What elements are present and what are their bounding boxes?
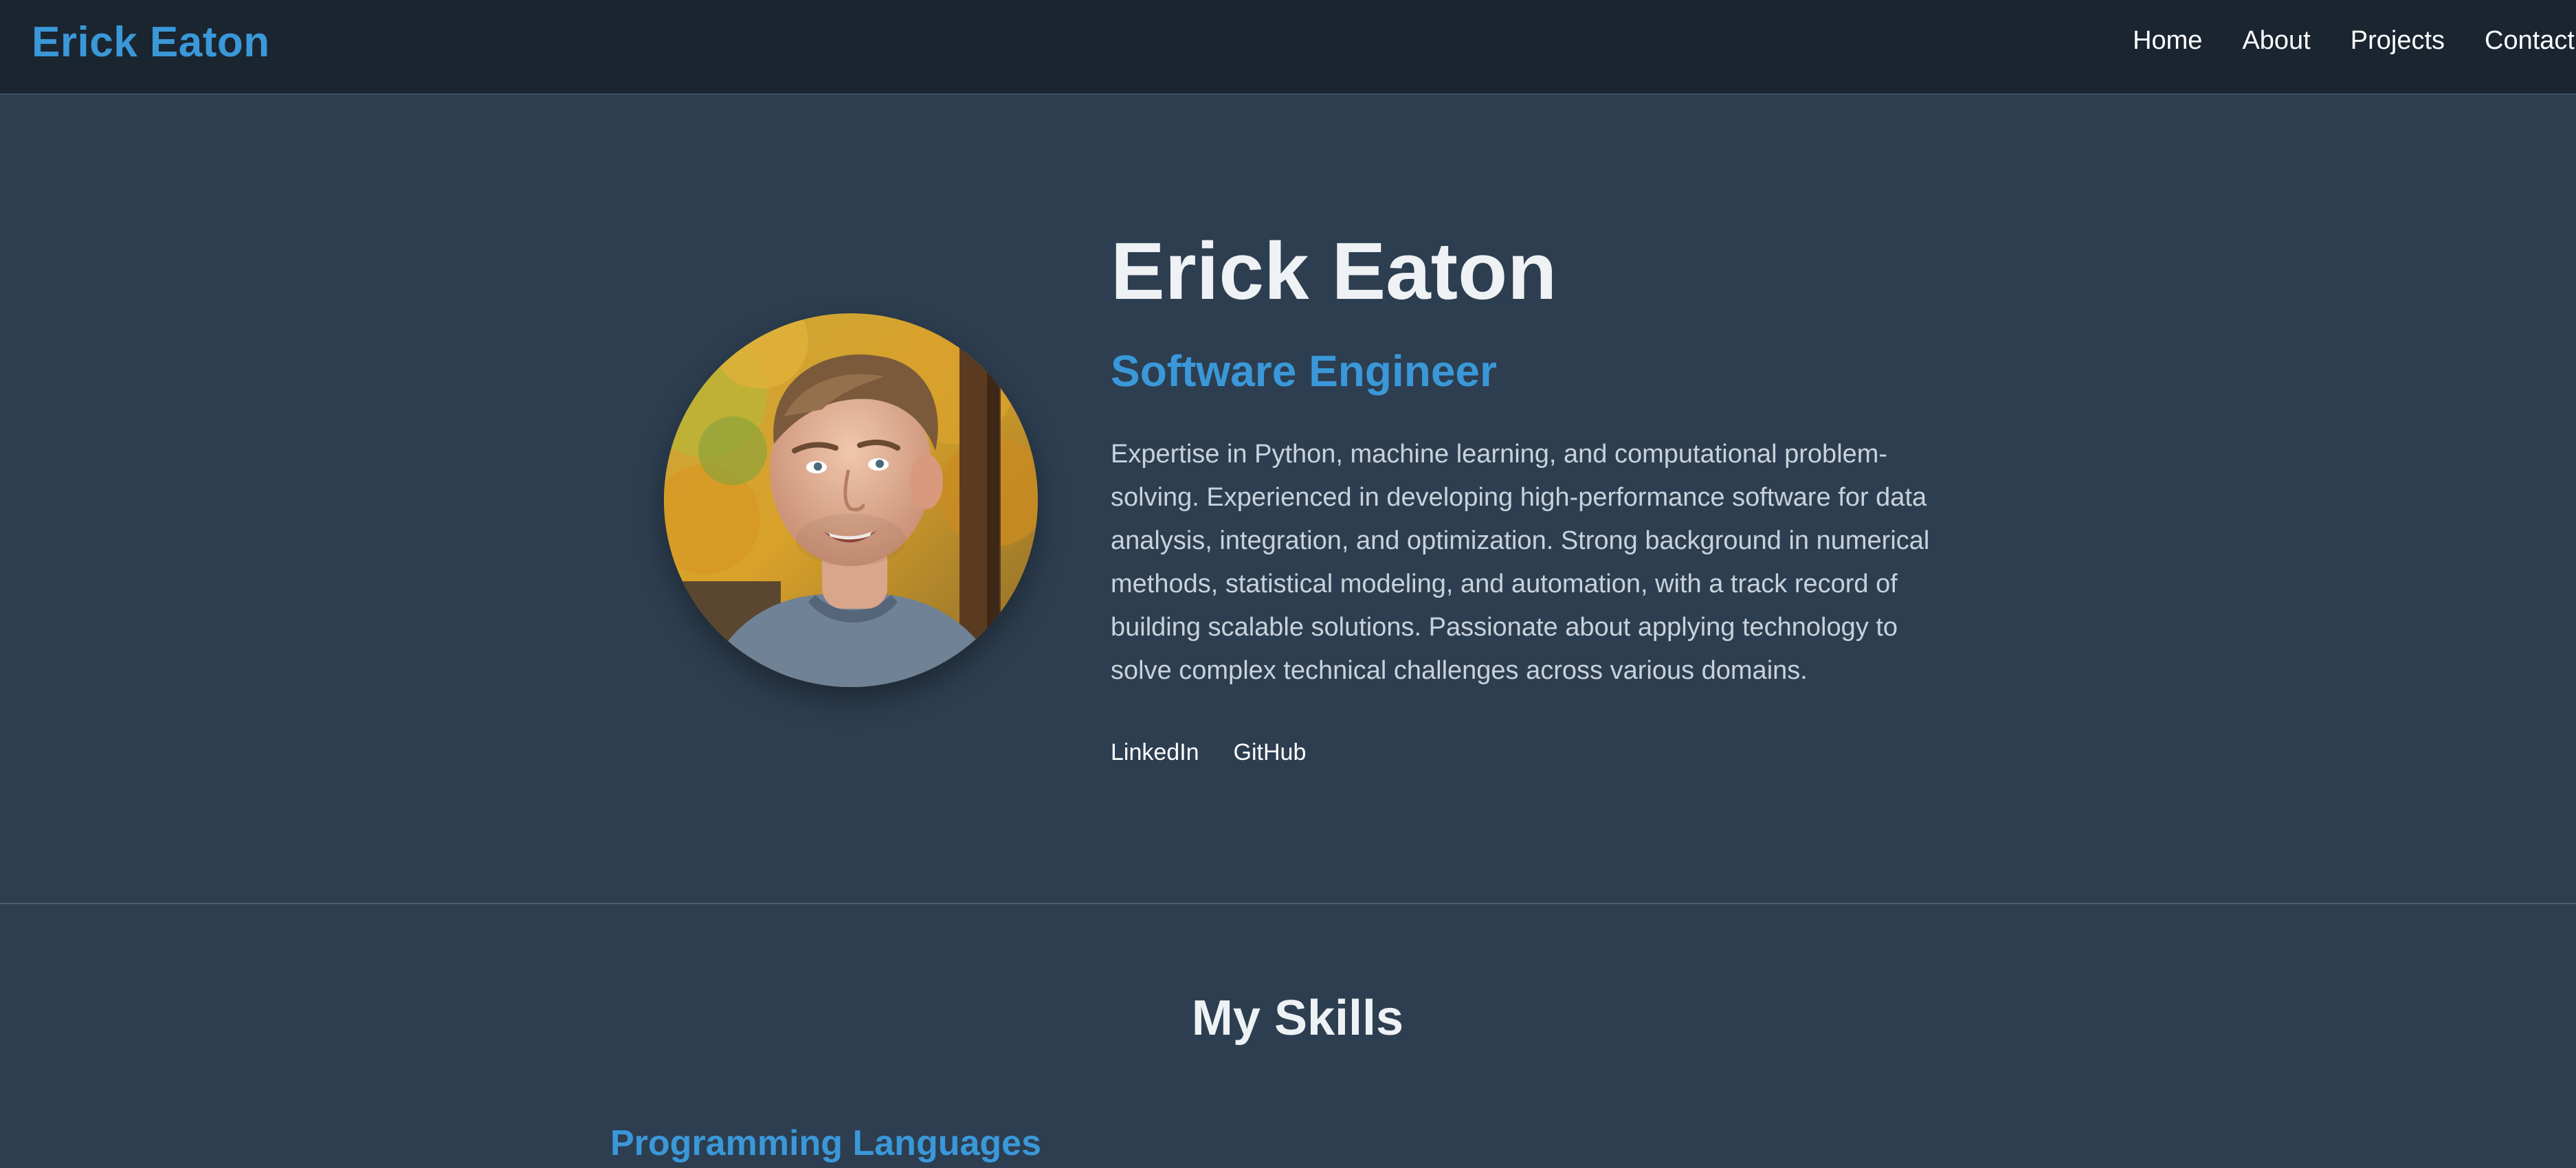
skills-category-heading: Programming Languages xyxy=(610,1123,1041,1163)
hero-name-heading: Erick Eaton xyxy=(1111,226,1557,317)
social-links: LinkedIn GitHub xyxy=(1111,739,1306,766)
hero-role-subtitle: Software Engineer xyxy=(1111,346,1497,396)
nav-link-contact[interactable]: Contact xyxy=(2485,26,2575,56)
hero-bio-paragraph: Expertise in Python, machine learning, a… xyxy=(1111,440,1930,685)
linkedin-link[interactable]: LinkedIn xyxy=(1111,739,1199,766)
profile-photo xyxy=(664,313,1038,687)
nav-menu: Home About Projects Contact xyxy=(2093,26,2576,56)
nav-link-about[interactable]: About xyxy=(2242,26,2310,56)
nav-link-home[interactable]: Home xyxy=(2133,26,2202,56)
nav-link-projects[interactable]: Projects xyxy=(2351,26,2445,56)
brand-logo-link[interactable]: Erick Eaton xyxy=(32,18,270,67)
skills-section-title: My Skills xyxy=(1191,991,1404,1046)
profile-photo-illustration xyxy=(664,313,1038,687)
github-link[interactable]: GitHub xyxy=(1234,739,1307,766)
top-navbar: Erick Eaton Home About Projects Contact xyxy=(0,0,2576,95)
hero-section: Erick Eaton Software Engineer Expertise … xyxy=(0,96,2576,904)
